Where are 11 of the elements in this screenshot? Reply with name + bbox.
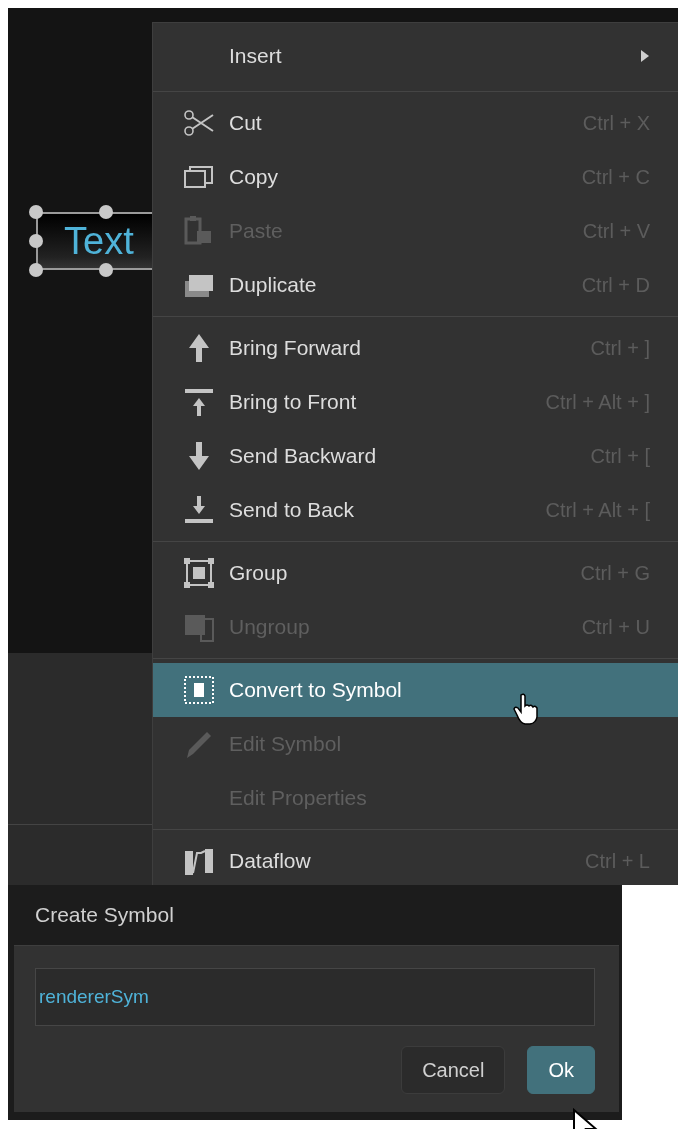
scissors-icon — [183, 107, 215, 139]
menu-item[interactable]: Insert — [153, 23, 678, 89]
symbol-icon — [183, 674, 215, 706]
dialog-title: Create Symbol — [34, 902, 175, 928]
cancel-button[interactable]: Cancel — [401, 1046, 506, 1094]
bring-to-front-icon — [183, 386, 215, 418]
send-to-back-icon — [183, 494, 215, 526]
symbol-name-field[interactable]: rendererSym — [35, 968, 595, 1026]
hand-cursor-icon — [513, 693, 541, 725]
group-icon — [183, 557, 215, 589]
ok-button[interactable]: Ok — [527, 1046, 595, 1094]
